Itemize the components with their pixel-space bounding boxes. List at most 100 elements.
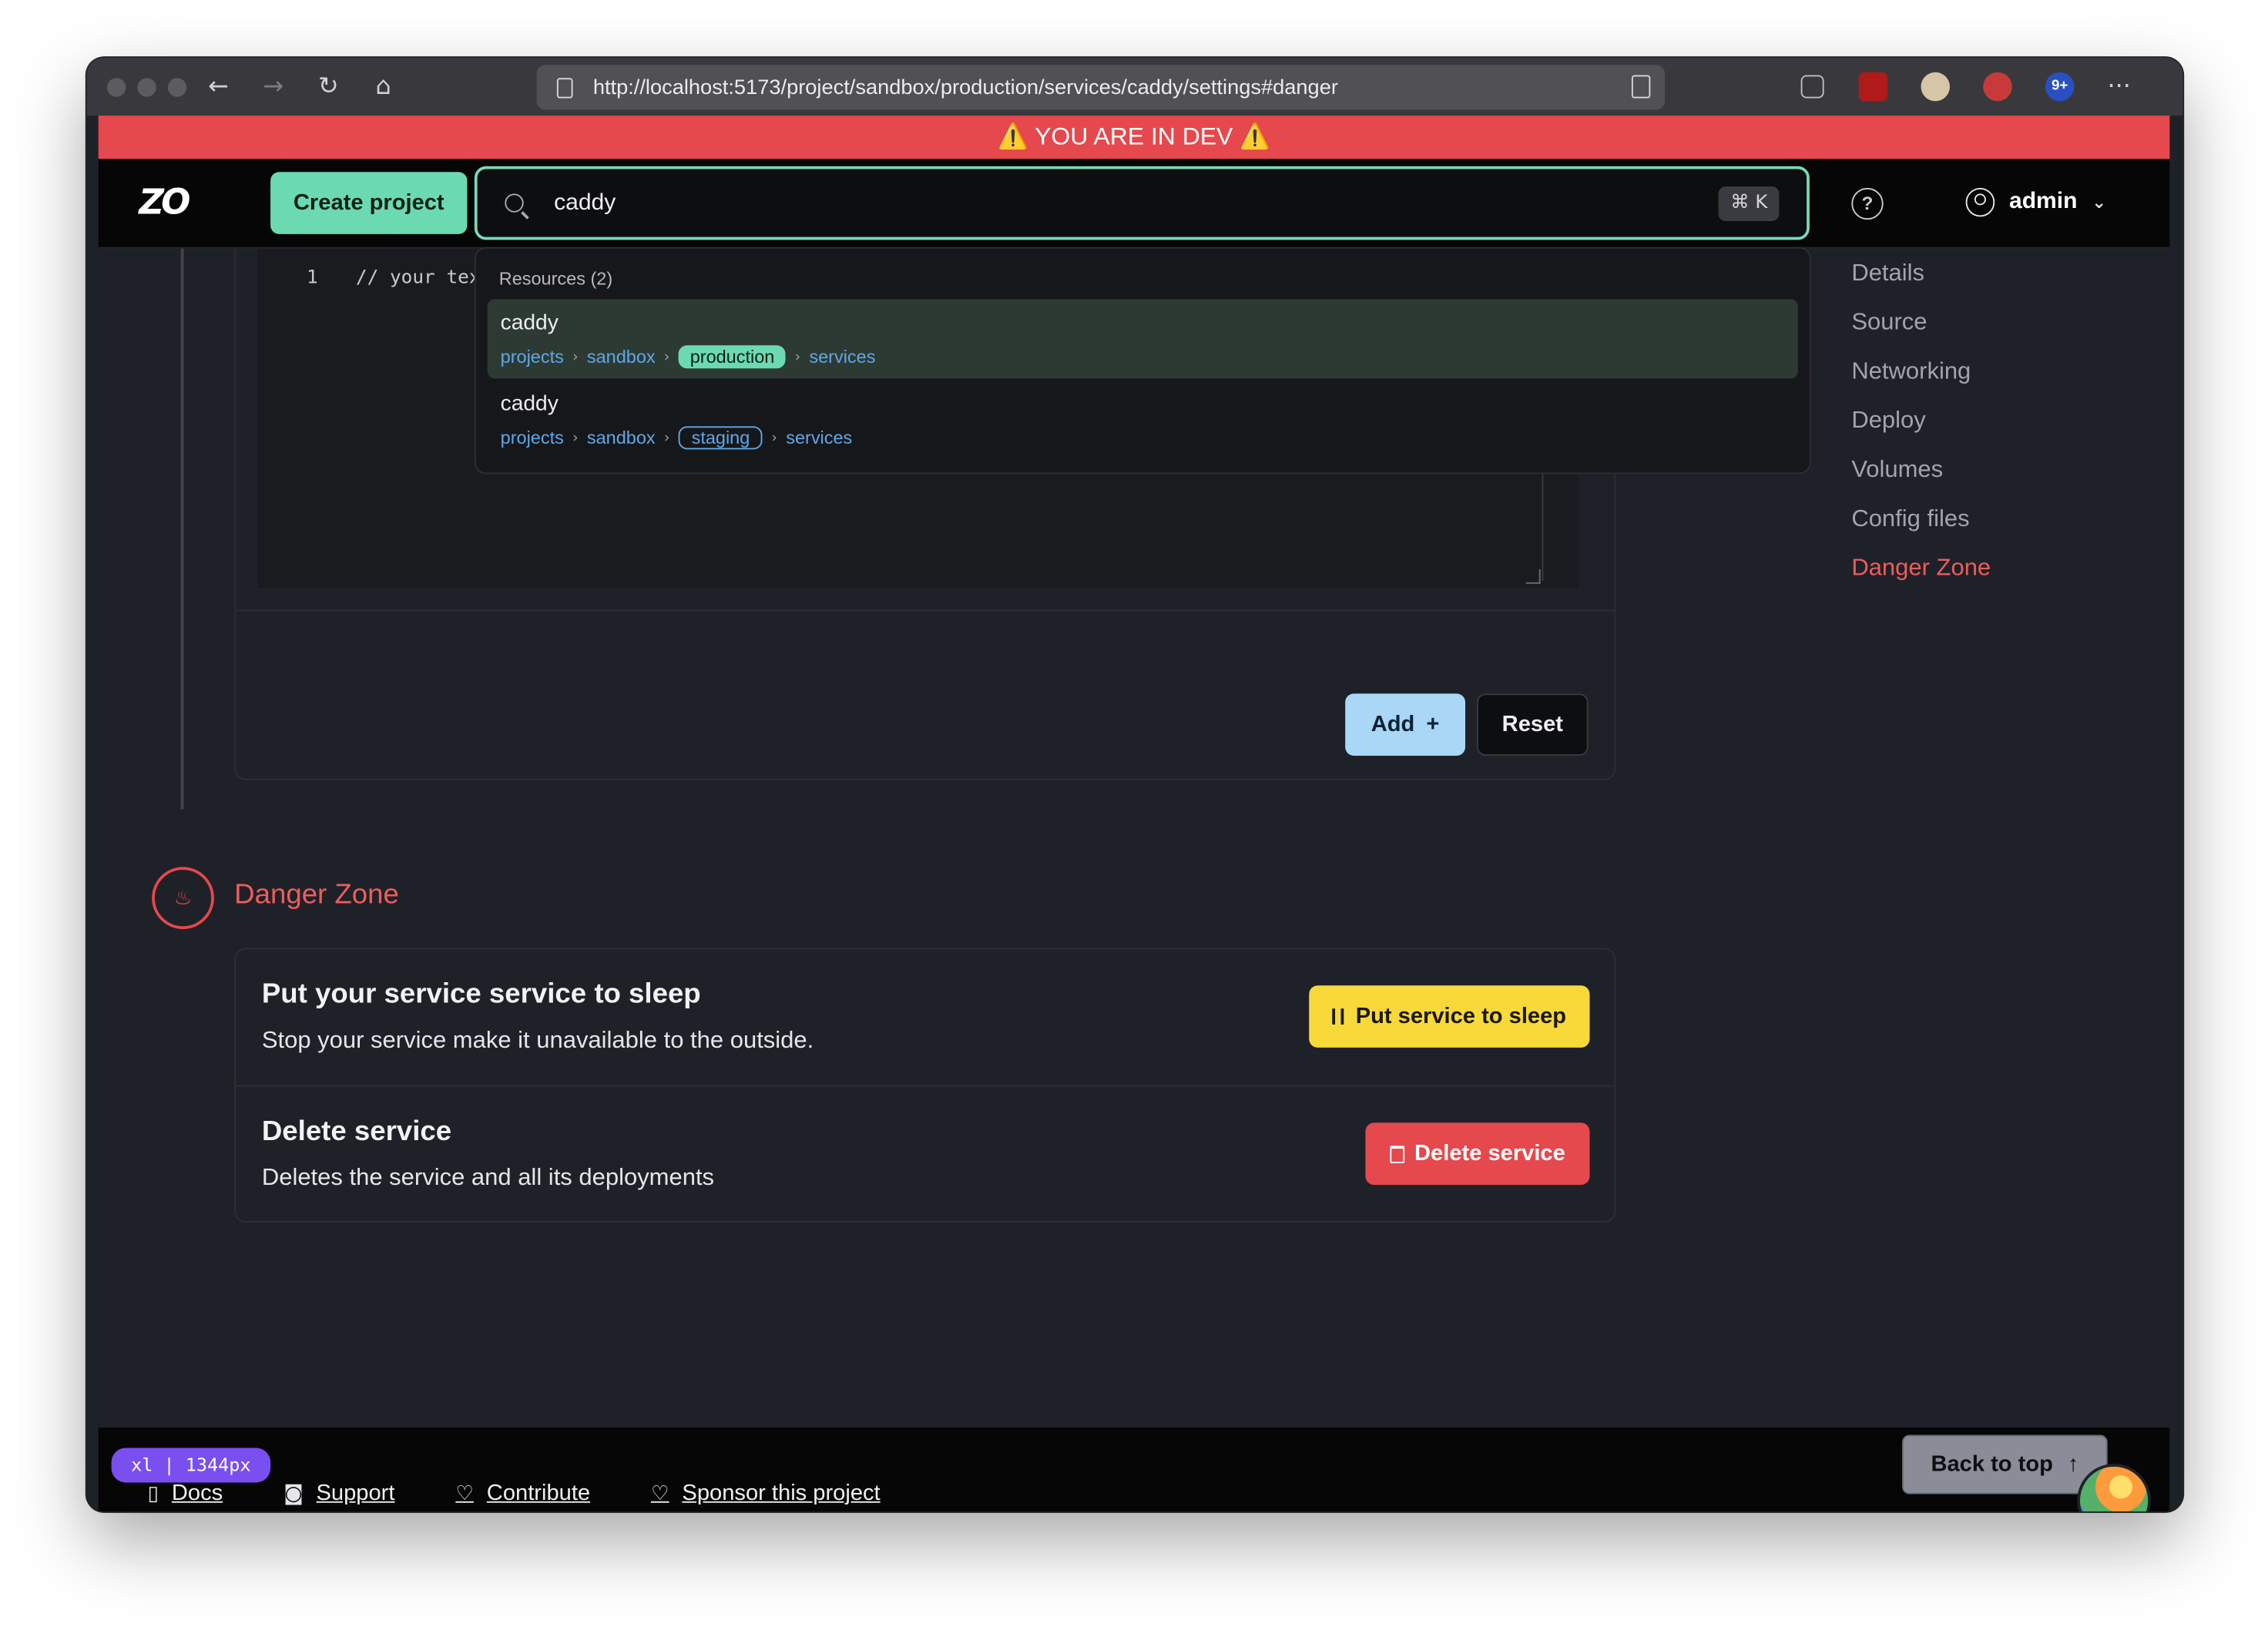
sleep-service-row: Put your service service to sleep Stop y… <box>236 949 1614 1085</box>
toc-link-config-files[interactable]: Config files <box>1851 494 1991 543</box>
footer-link-label: Support <box>316 1481 395 1506</box>
extensions-puzzle-icon[interactable] <box>1800 75 1824 99</box>
close-window-button[interactable] <box>106 78 126 97</box>
environment-badge-production[interactable]: production <box>678 345 787 369</box>
result-breadcrumb: projects › sandbox › production › servic… <box>501 345 875 369</box>
toc-link-deploy[interactable]: Deploy <box>1851 396 1991 445</box>
forward-arrow-icon[interactable]: → <box>259 72 288 102</box>
delete-button-label: Delete service <box>1414 1140 1565 1166</box>
line-number: 1 <box>307 267 318 290</box>
crumb-projects[interactable]: projects <box>501 347 564 367</box>
username: admin <box>2008 189 2078 214</box>
create-project-button[interactable]: Create project <box>270 172 468 234</box>
chevron-right-icon: › <box>663 430 670 446</box>
delete-service-title: Delete service <box>261 1115 452 1148</box>
user-menu[interactable]: admin ⌄ <box>1965 187 2107 217</box>
page: ← → ↻ ⌂ http://localhost:5173/project/sa… <box>0 0 2268 1627</box>
arrow-up-icon: ↑ <box>2067 1451 2079 1477</box>
maximize-window-button[interactable] <box>167 78 187 97</box>
toc-link-networking[interactable]: Networking <box>1851 347 1991 396</box>
resize-handle-icon[interactable] <box>1525 569 1541 584</box>
back-to-top-button[interactable]: Back to top ↑ <box>1902 1434 2108 1494</box>
ublock-origin-icon[interactable] <box>1858 72 1888 102</box>
zaneops-logo[interactable]: ZO <box>139 182 190 223</box>
danger-zone-card: Put your service service to sleep Stop y… <box>234 948 1616 1223</box>
crumb-projects[interactable]: projects <box>501 428 564 448</box>
pause-icon <box>1332 1008 1344 1025</box>
user-circle-icon <box>1965 187 1995 217</box>
page-icon <box>556 77 573 98</box>
minimize-window-button[interactable] <box>137 78 156 97</box>
chevron-right-icon: › <box>572 430 579 446</box>
result-name: caddy <box>500 391 559 417</box>
footer-links: ▯ Docs ◙ Support ♡ Contribute ♡ Sponsor … <box>148 1481 881 1508</box>
breakpoint-indicator: xl | 1344px <box>111 1448 271 1483</box>
footer-link-contribute[interactable]: ♡ Contribute <box>455 1481 590 1508</box>
toc-link-volumes[interactable]: Volumes <box>1851 445 1991 495</box>
chevron-right-icon: › <box>771 430 777 446</box>
footer-link-label: Docs <box>171 1481 223 1506</box>
footer-link-label: Sponsor this project <box>682 1481 881 1506</box>
search-result-item[interactable]: caddy projects › sandbox › production › … <box>487 299 1798 379</box>
crumb-sandbox[interactable]: sandbox <box>587 428 656 448</box>
flame-icon: ♨ <box>152 867 214 930</box>
plus-icon: + <box>1426 711 1440 736</box>
search-input[interactable] <box>554 190 1683 216</box>
toc-link-danger-zone[interactable]: Danger Zone <box>1851 543 1991 592</box>
keyboard-shortcut-hint: ⌘ K <box>1719 186 1780 221</box>
editor-scrollbar[interactable] <box>1542 465 1544 582</box>
search-results-dropdown: Resources (2) caddy projects › sandbox ›… <box>474 247 1811 475</box>
environment-badge-staging[interactable]: staging <box>678 426 763 450</box>
toc-link-details[interactable]: Details <box>1851 249 1991 298</box>
help-circle-icon[interactable]: ? <box>1851 187 1884 220</box>
shield-extension-icon[interactable]: 9+ <box>2045 72 2075 102</box>
crumb-sandbox[interactable]: sandbox <box>587 347 656 367</box>
back-to-top-label: Back to top <box>1931 1451 2053 1477</box>
privacy-extension-icon[interactable] <box>1921 72 1951 102</box>
address-bar[interactable]: http://localhost:5173/project/sandbox/pr… <box>536 65 1666 110</box>
delete-service-description: Deletes the service and all its deployme… <box>261 1164 715 1191</box>
card-divider <box>236 609 1615 612</box>
home-icon[interactable]: ⌂ <box>369 72 398 102</box>
editor-code-line[interactable]: // your tex <box>356 267 481 289</box>
app-header: ZO Create project ⌘ K ? admin ⌄ <box>98 159 2170 249</box>
url-text[interactable]: http://localhost:5173/project/sandbox/pr… <box>593 75 1338 99</box>
footer-link-support[interactable]: ◙ Support <box>284 1481 394 1508</box>
put-service-to-sleep-button[interactable]: Put service to sleep <box>1309 985 1590 1048</box>
toc-link-source[interactable]: Source <box>1851 297 1991 347</box>
section-timeline-line <box>180 248 184 810</box>
reader-mode-icon[interactable] <box>1631 75 1651 99</box>
results-heading: Resources (2) <box>498 268 613 290</box>
heart-handshake-icon: ♡ <box>455 1482 474 1506</box>
search-result-item[interactable]: caddy projects › sandbox › staging › ser… <box>488 380 1798 459</box>
more-menu-icon[interactable]: ··· <box>2105 72 2134 102</box>
reset-button[interactable]: Reset <box>1477 693 1589 756</box>
window-controls <box>106 78 187 97</box>
footer-link-docs[interactable]: ▯ Docs <box>148 1481 223 1508</box>
chevron-down-icon: ⌄ <box>2092 192 2107 213</box>
book-icon: ▯ <box>147 1482 159 1506</box>
sleep-service-title: Put your service service to sleep <box>261 978 701 1011</box>
delete-service-row: Delete service Deletes the service and a… <box>236 1085 1615 1221</box>
browser-window: ← → ↻ ⌂ http://localhost:5173/project/sa… <box>86 58 2183 1511</box>
add-button-label: Add <box>1371 711 1415 736</box>
browser-toolbar: ← → ↻ ⌂ http://localhost:5173/project/sa… <box>86 58 2183 116</box>
add-config-button[interactable]: Add + <box>1345 693 1466 756</box>
dev-environment-banner: ⚠️ YOU ARE IN DEV ⚠️ <box>98 116 2170 159</box>
delete-service-button[interactable]: Delete service <box>1365 1122 1590 1186</box>
back-arrow-icon[interactable]: ← <box>204 72 233 102</box>
sleep-service-description: Stop your service make it unavailable to… <box>261 1027 814 1054</box>
footer-link-label: Contribute <box>486 1481 591 1506</box>
crumb-services[interactable]: services <box>786 428 852 448</box>
settings-table-of-contents: Details Source Networking Deploy Volumes… <box>1851 260 1991 592</box>
sleep-button-label: Put service to sleep <box>1355 1003 1567 1028</box>
react-devtools-icon[interactable] <box>1983 72 2012 102</box>
reload-icon[interactable]: ↻ <box>314 72 343 102</box>
trash-icon <box>1390 1145 1404 1163</box>
result-name: caddy <box>500 310 559 336</box>
footer-link-sponsor[interactable]: ♡ Sponsor this project <box>651 1481 881 1508</box>
danger-zone-heading: Danger Zone <box>234 878 399 911</box>
crumb-services[interactable]: services <box>809 347 875 367</box>
global-search[interactable]: ⌘ K <box>474 166 1810 240</box>
chevron-right-icon: › <box>663 348 670 365</box>
